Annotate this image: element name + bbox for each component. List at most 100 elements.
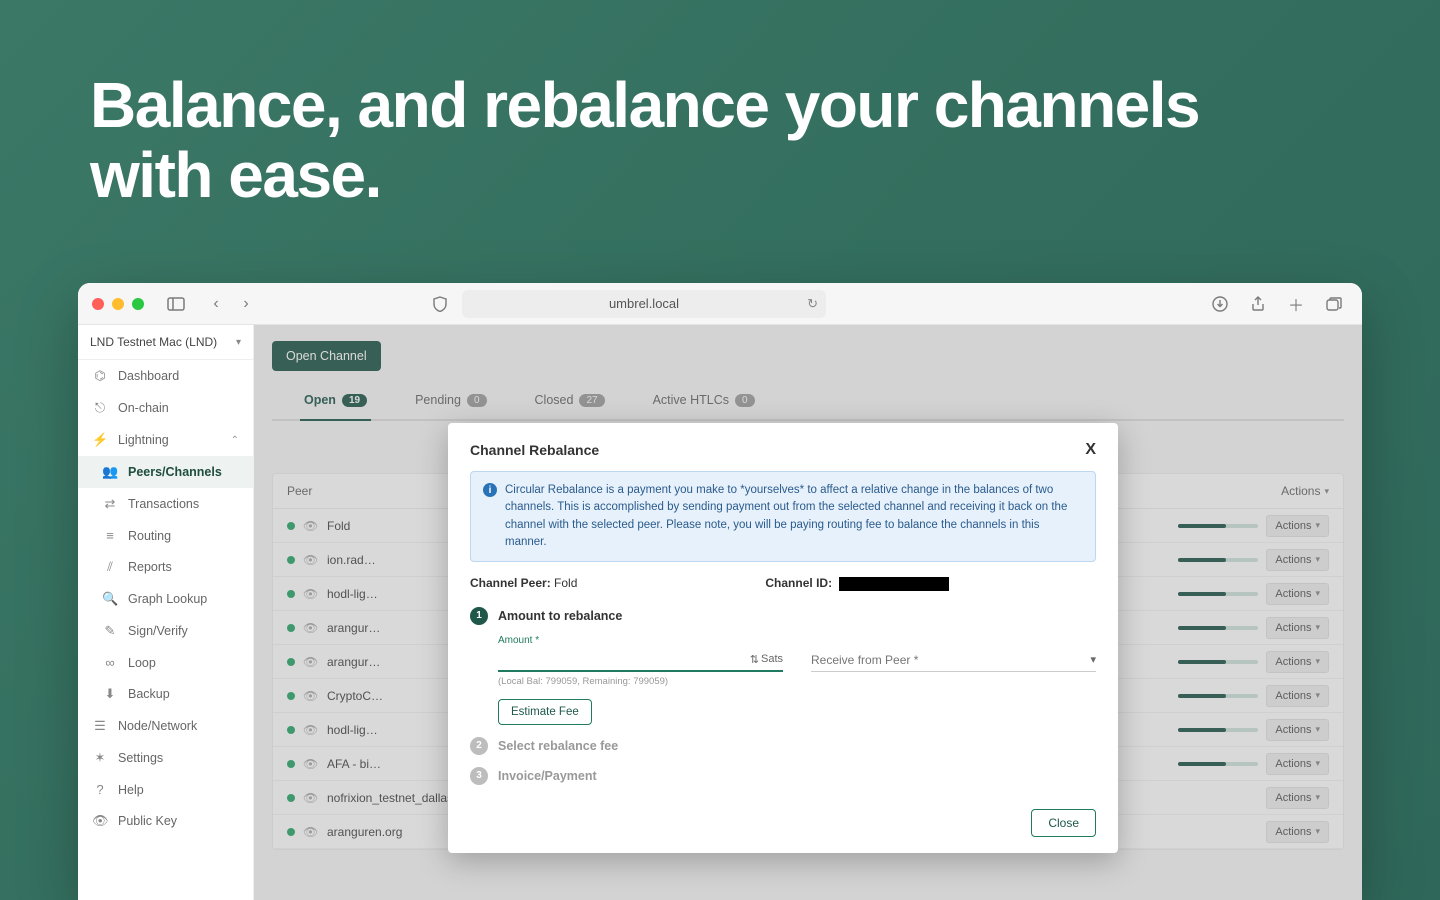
eye-icon[interactable]: 👁 (303, 689, 319, 703)
window-zoom-icon[interactable] (132, 298, 144, 310)
eye-icon[interactable]: 👁 (303, 757, 319, 771)
tabs-overview-icon[interactable] (1320, 290, 1348, 318)
address-bar[interactable]: umbrel.local ↻ (462, 290, 826, 318)
info-text: Circular Rebalance is a payment you make… (505, 482, 1083, 551)
eye-icon[interactable]: 👁 (303, 825, 319, 839)
chart-icon: ⫽ (102, 559, 118, 575)
window-close-icon[interactable] (92, 298, 104, 310)
channel-meta: Channel Peer: Fold Channel ID: (470, 576, 1096, 591)
eye-icon[interactable]: 👁 (303, 621, 319, 635)
nav-transactions[interactable]: ⇄ Transactions (78, 488, 253, 520)
nav-graph-lookup[interactable]: 🔍 Graph Lookup (78, 583, 253, 615)
shield-icon[interactable] (426, 290, 454, 318)
nav-settings[interactable]: ✶ Settings (78, 742, 253, 774)
tab-closed[interactable]: Closed 27 (531, 383, 609, 419)
row-actions-button[interactable]: Actions ▾ (1266, 787, 1329, 809)
eye-icon: 👁 (92, 813, 108, 829)
browser-toolbar: ‹ › umbrel.local ↻ ＋ (78, 283, 1362, 325)
routing-icon: ≡ (102, 528, 118, 543)
chevron-up-icon: ⌃ (231, 435, 239, 446)
modal-close-button[interactable]: X (1085, 441, 1096, 459)
eye-icon[interactable]: 👁 (303, 553, 319, 567)
row-actions-button[interactable]: Actions ▾ (1266, 617, 1329, 639)
nav-lightning[interactable]: ⚡ Lightning ⌃ (78, 424, 253, 456)
nav-reports[interactable]: ⫽ Reports (78, 551, 253, 583)
row-actions-button[interactable]: Actions ▾ (1266, 583, 1329, 605)
step-number-icon: 3 (470, 767, 488, 785)
tab-badge: 27 (579, 394, 604, 407)
nav-backup[interactable]: ⬇ Backup (78, 678, 253, 710)
tab-label: Open (304, 393, 336, 407)
channel-peer-value: Fold (554, 576, 577, 590)
sats-suffix: ⇅ Sats (750, 653, 783, 666)
swap-icon: ⇄ (102, 496, 118, 512)
share-icon[interactable] (1244, 290, 1272, 318)
infinity-icon: ∞ (102, 655, 118, 670)
nav-help[interactable]: ? Help (78, 774, 253, 805)
pen-icon: ✎ (102, 623, 118, 639)
row-actions-button[interactable]: Actions ▾ (1266, 719, 1329, 741)
nav-item-label: Settings (118, 751, 163, 765)
row-actions-button[interactable]: Actions ▾ (1266, 685, 1329, 707)
chevron-down-icon: ▾ (1324, 486, 1329, 497)
estimate-fee-button[interactable]: Estimate Fee (498, 699, 592, 725)
row-actions-button[interactable]: Actions ▾ (1266, 753, 1329, 775)
node-selector-label: LND Testnet Mac (LND) (90, 335, 217, 349)
row-actions-button[interactable]: Actions ▾ (1266, 515, 1329, 537)
nav-loop[interactable]: ∞ Loop (78, 647, 253, 678)
eye-icon[interactable]: 👁 (303, 519, 319, 533)
new-tab-icon[interactable]: ＋ (1282, 290, 1310, 318)
balance-bar (1178, 524, 1258, 528)
modal-close-bottom-button[interactable]: Close (1031, 809, 1096, 837)
nav-node-network[interactable]: ☰ Node/Network (78, 710, 253, 742)
window-minimize-icon[interactable] (112, 298, 124, 310)
amount-label: Amount * (498, 635, 783, 646)
step-2: 2 Select rebalance fee (470, 737, 1096, 755)
node-selector[interactable]: LND Testnet Mac (LND) ▾ (78, 325, 253, 360)
eye-icon[interactable]: 👁 (303, 791, 319, 805)
channel-tabs: Open 19 Pending 0 Closed 27 Active HTLCs… (272, 383, 1344, 421)
nav-dashboard[interactable]: ⌬ Dashboard (78, 360, 253, 392)
channel-peer-label: Channel Peer: (470, 576, 551, 590)
chevron-down-icon[interactable]: ▾ (1090, 653, 1096, 666)
nav-sign-verify[interactable]: ✎ Sign/Verify (78, 615, 253, 647)
nav-onchain[interactable]: ⎋ On-chain (78, 392, 253, 424)
status-dot-icon (287, 828, 295, 836)
gear-icon: ✶ (92, 750, 108, 766)
step-label: Select rebalance fee (498, 739, 618, 753)
downloads-icon[interactable] (1206, 290, 1234, 318)
step-3: 3 Invoice/Payment (470, 767, 1096, 785)
open-channel-button[interactable]: Open Channel (272, 341, 381, 371)
header-actions[interactable]: Actions ▾ (1281, 484, 1329, 498)
nav-public-key[interactable]: 👁 Public Key (78, 805, 253, 837)
nav-item-label: Transactions (128, 497, 199, 511)
nav-back-icon[interactable]: ‹ (202, 290, 230, 318)
status-dot-icon (287, 624, 295, 632)
row-actions-button[interactable]: Actions ▾ (1266, 549, 1329, 571)
tab-pending[interactable]: Pending 0 (411, 383, 490, 419)
status-dot-icon (287, 794, 295, 802)
row-actions-button[interactable]: Actions ▾ (1266, 821, 1329, 843)
nav-item-label: Sign/Verify (128, 624, 188, 638)
eye-icon[interactable]: 👁 (303, 655, 319, 669)
status-dot-icon (287, 590, 295, 598)
stepper-icon[interactable]: ⇅ (750, 653, 759, 666)
refresh-icon[interactable]: ↻ (807, 296, 818, 312)
nav-routing[interactable]: ≡ Routing (78, 520, 253, 551)
balance-bar (1178, 626, 1258, 630)
receive-peer-select[interactable] (811, 649, 1096, 672)
eye-icon[interactable]: 👁 (303, 587, 319, 601)
amount-input[interactable] (498, 648, 783, 672)
tab-active-htlcs[interactable]: Active HTLCs 0 (649, 383, 759, 419)
bolt-icon: ⚡ (92, 432, 108, 448)
browser-window: ‹ › umbrel.local ↻ ＋ LND Te (78, 283, 1362, 900)
nav-forward-icon[interactable]: › (232, 290, 260, 318)
search-icon: 🔍 (102, 591, 118, 607)
sidebar-toggle-icon[interactable] (162, 290, 190, 318)
nav-peers-channels[interactable]: 👥 Peers/Channels (78, 456, 253, 488)
tab-open[interactable]: Open 19 (300, 383, 371, 419)
nav-item-label: Peers/Channels (128, 465, 222, 479)
eye-icon[interactable]: 👁 (303, 723, 319, 737)
tab-badge: 19 (342, 394, 367, 407)
row-actions-button[interactable]: Actions ▾ (1266, 651, 1329, 673)
